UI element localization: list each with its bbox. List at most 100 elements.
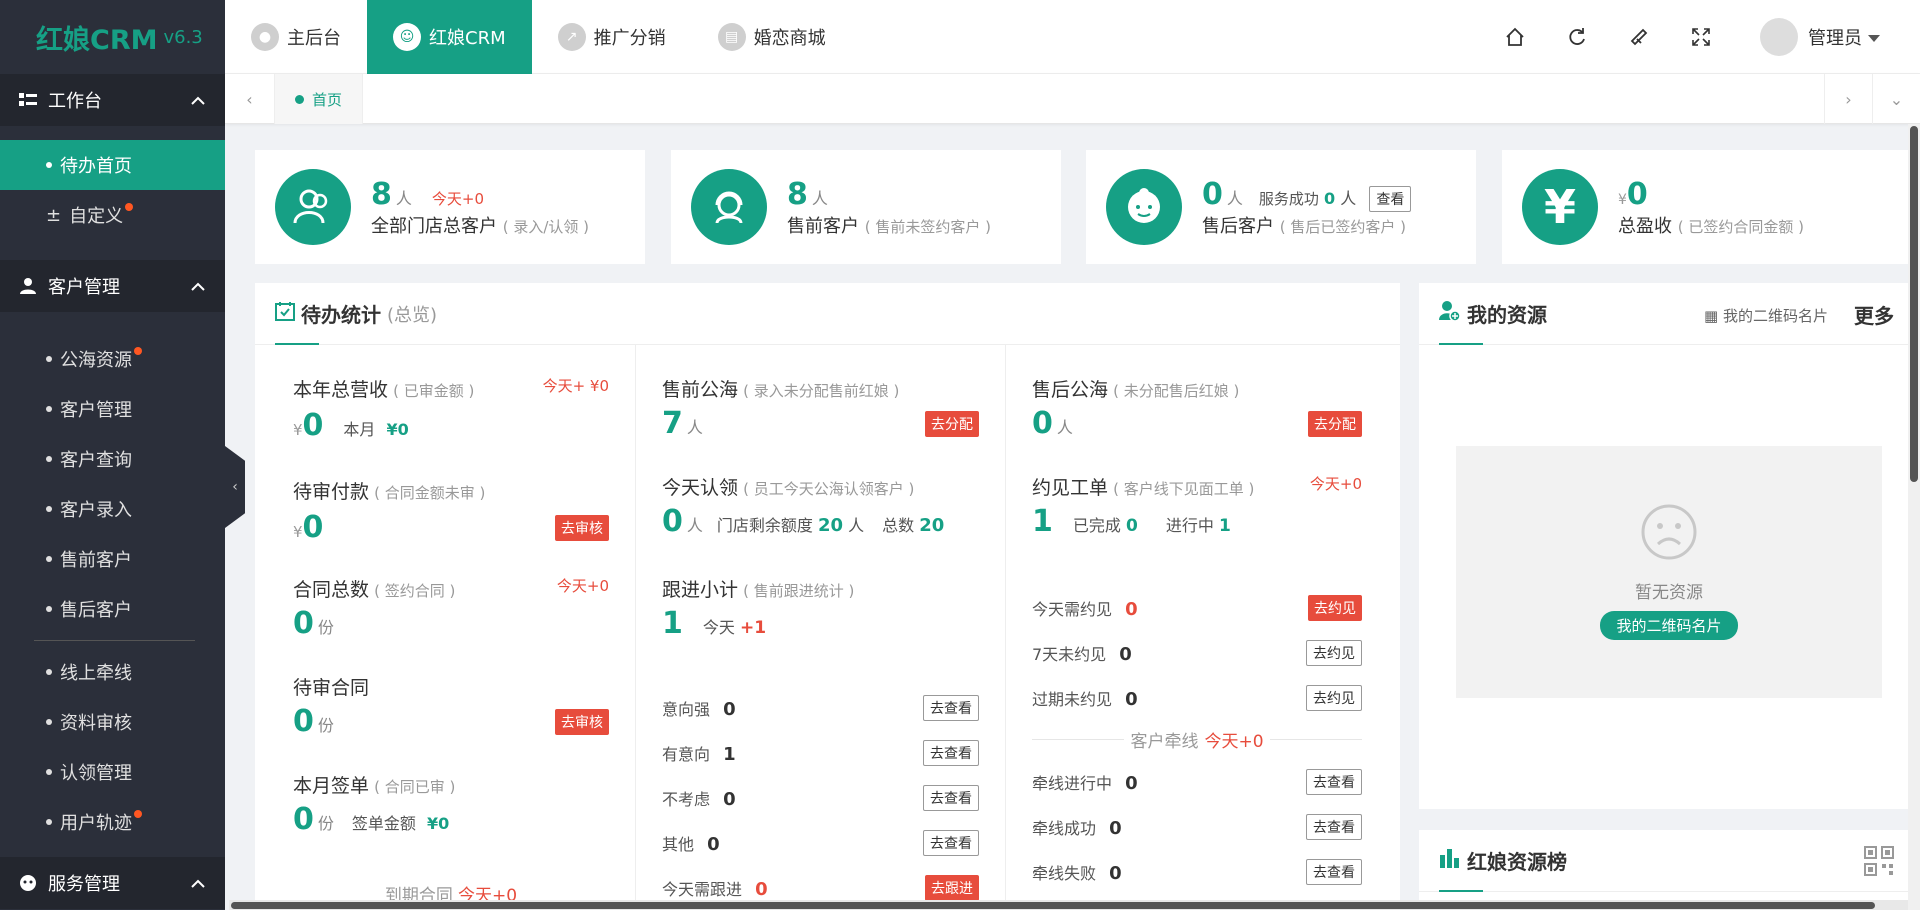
qr-card-button[interactable]: 我的二维码名片 <box>1600 611 1738 640</box>
go-assign-button[interactable]: 去分配 <box>925 410 979 437</box>
sidebar-item-todo-home[interactable]: 待办首页 <box>0 140 225 190</box>
list-item: 意向强 0 去查看 <box>662 685 979 730</box>
quota-unit: 人 <box>848 516 865 535</box>
go-view-button[interactable]: 去查看 <box>1306 858 1362 885</box>
scrollbar-thumb[interactable] <box>1910 126 1918 482</box>
more-link[interactable]: 更多 <box>1854 300 1894 329</box>
tab-mall[interactable]: ▤ 婚恋商城 <box>692 0 852 74</box>
month-value: ¥0 <box>386 420 409 439</box>
row-label: 合同总数 <box>293 579 370 601</box>
row-label: 本年总营收 <box>293 379 389 401</box>
tab-distribution[interactable]: ↗ 推广分销 <box>532 0 692 74</box>
tab-label: 推广分销 <box>593 27 666 49</box>
tabs-menu-dropdown[interactable]: ⌄ <box>1872 74 1920 124</box>
sidebar-item-claim-management[interactable]: 认领管理 <box>0 747 225 797</box>
service-icon <box>18 873 38 893</box>
page-tab-home[interactable]: 首页 <box>275 74 364 124</box>
group-workbench[interactable]: 工作台 <box>0 74 225 126</box>
sidebar-item-profile-review[interactable]: 资料审核 <box>0 697 225 747</box>
app-version: v6.3 <box>163 26 203 48</box>
sidebar-item-presale[interactable]: 售前客户 <box>0 534 225 584</box>
notification-dot <box>125 203 134 211</box>
home-icon[interactable] <box>1484 27 1546 47</box>
go-meet-button[interactable]: 去约见 <box>1306 684 1362 711</box>
item-label: 意向强 <box>662 699 711 719</box>
group-service-management[interactable]: 服务管理 <box>0 857 225 909</box>
amount-label: 签单金额 <box>351 814 416 833</box>
vertical-scrollbar[interactable] <box>1908 124 1920 910</box>
row-label: 售前公海 <box>662 379 739 401</box>
currency-symbol: ¥ <box>293 421 303 439</box>
group-customer-management[interactable]: 客户管理 <box>0 260 225 312</box>
go-view-button[interactable]: 去查看 <box>1306 813 1362 840</box>
row-value: 0 <box>1032 406 1053 441</box>
my-resources-panel: 我的资源 ▦ 我的二维码名片 更多 暂无资源 我的二维码名片 <box>1419 283 1908 809</box>
divider <box>34 640 195 641</box>
go-view-button[interactable]: 去查看 <box>1306 768 1362 795</box>
go-view-button[interactable]: 去查看 <box>923 739 979 766</box>
stat-unit: 人 <box>395 188 412 208</box>
stat-sub: ( 售前未签约客户 ) <box>864 217 991 236</box>
workbench-icon <box>18 90 38 110</box>
item-label: 今天需跟进 <box>662 879 743 899</box>
month-label: 本月 <box>343 420 376 439</box>
fullscreen-icon[interactable] <box>1670 27 1732 47</box>
notification-dot <box>134 810 142 818</box>
chevron-up-icon <box>191 90 205 111</box>
qr-code-icon[interactable] <box>1864 846 1894 881</box>
horizontal-scrollbar[interactable] <box>229 900 1908 910</box>
stat-sub: ( 售后已签约客户 ) <box>1279 217 1406 236</box>
page-tabs-bar: ‹ 首页 › ⌄ <box>225 74 1920 124</box>
go-view-button[interactable]: 去查看 <box>923 784 979 811</box>
group-label: 工作台 <box>48 91 102 112</box>
sidebar-item-aftersale[interactable]: 售后客户 <box>0 584 225 634</box>
bullet-icon <box>46 719 52 725</box>
sidebar-item-customer-entry[interactable]: 客户录入 <box>0 484 225 534</box>
tabs-scroll-right-button[interactable]: › <box>1824 74 1872 124</box>
row-sub: ( 未分配售后红娘 ) <box>1113 382 1240 400</box>
go-meet-button[interactable]: 去约见 <box>1308 594 1362 621</box>
qr-card-link[interactable]: ▦ 我的二维码名片 <box>1704 305 1828 326</box>
view-button[interactable]: 查看 <box>1369 185 1412 212</box>
avatar[interactable] <box>1760 18 1798 56</box>
go-view-button[interactable]: 去查看 <box>923 694 979 721</box>
item-label: 过期未约见 <box>1032 689 1113 709</box>
chevron-up-icon <box>191 873 205 894</box>
caret-down-icon[interactable] <box>1868 28 1880 47</box>
refresh-icon[interactable] <box>1546 27 1608 47</box>
go-review-button[interactable]: 去审核 <box>555 514 609 541</box>
go-view-button[interactable]: 去查看 <box>923 829 979 856</box>
row-today: 今天+0 <box>556 577 609 595</box>
sidebar-item-label: 资料审核 <box>60 713 132 734</box>
scrollbar-thumb[interactable] <box>231 902 1875 909</box>
sidebar-item-customer-query[interactable]: 客户查询 <box>0 434 225 484</box>
stat-card-revenue: ¥ ¥0 总盈收 ( 已签约合同金额 ) <box>1502 150 1920 264</box>
app-logo[interactable]: 红娘CRM v6.3 <box>0 0 225 74</box>
row-value: 0 <box>293 802 314 837</box>
go-meet-button[interactable]: 去约见 <box>1306 639 1362 666</box>
go-assign-button[interactable]: 去分配 <box>1308 410 1362 437</box>
stat-card-total-customers: 8 人今天+0 全部门店总客户 ( 录入/认领 ) <box>255 150 645 264</box>
go-review-button[interactable]: 去审核 <box>555 708 609 735</box>
sidebar-item-user-trace[interactable]: 用户轨迹 <box>0 797 225 847</box>
sidebar-item-customer-management[interactable]: 客户管理 <box>0 384 225 434</box>
tab-main-backend[interactable]: ● 主后台 <box>225 0 367 74</box>
tabs-scroll-left-button[interactable]: ‹ <box>225 74 275 124</box>
user-name[interactable]: 管理员 <box>1808 24 1862 50</box>
clear-cache-icon[interactable] <box>1608 27 1670 47</box>
sidebar-item-online-match[interactable]: 线上牵线 <box>0 647 225 697</box>
row-label: 本月签单 <box>293 775 370 797</box>
woman-face-icon <box>1106 169 1182 245</box>
go-followup-button[interactable]: 去跟进 <box>925 874 979 901</box>
sidebar-item-label: 客户查询 <box>60 450 132 471</box>
tab-crm[interactable]: ☺ 红娘CRM <box>367 0 532 74</box>
row-unit: 人 <box>1056 418 1073 437</box>
item-label: 有意向 <box>662 744 711 764</box>
group-label: 服务管理 <box>48 874 120 895</box>
sidebar-item-custom[interactable]: ± 自定义 <box>0 190 225 240</box>
person-icon: ● <box>251 22 279 51</box>
bullet-icon <box>46 669 52 675</box>
list-item: 7天未约见 0 去约见 <box>1032 630 1362 675</box>
todo-header: 待办统计 (总览) <box>255 283 1400 345</box>
sidebar-item-public-pool[interactable]: 公海资源 <box>0 334 225 384</box>
